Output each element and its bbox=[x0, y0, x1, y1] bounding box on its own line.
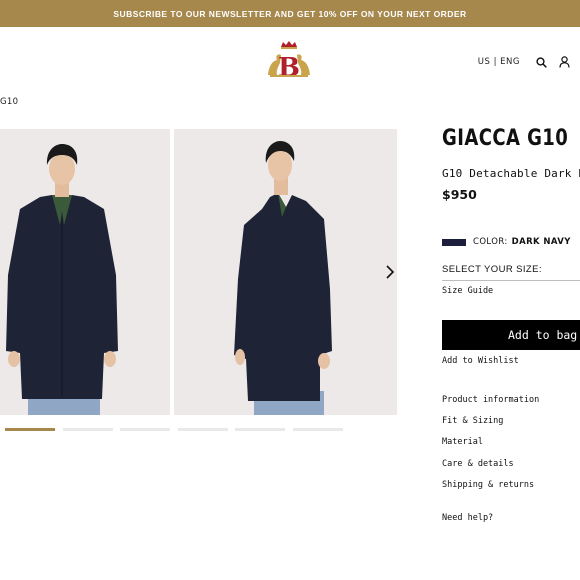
gallery-dot[interactable] bbox=[5, 428, 55, 431]
product-title: GIACCA G10 bbox=[442, 126, 569, 151]
brand-logo[interactable]: B bbox=[266, 41, 312, 83]
chevron-right-icon[interactable] bbox=[383, 263, 397, 281]
product-details-panel: GIACCA G10 G10 Detachable Dark Navy $950… bbox=[442, 0, 580, 580]
add-to-bag-button[interactable]: Add to bag bbox=[442, 320, 580, 350]
color-value: DARK NAVY bbox=[511, 237, 571, 247]
care-details-link[interactable]: Care & details bbox=[442, 459, 514, 469]
shipping-returns-link[interactable]: Shipping & returns bbox=[442, 480, 534, 490]
gallery-dot[interactable] bbox=[62, 428, 113, 431]
color-swatch[interactable] bbox=[442, 238, 466, 246]
product-information-link[interactable]: Product information bbox=[442, 395, 539, 405]
color-label: COLOR: bbox=[473, 237, 508, 247]
material-link[interactable]: Material bbox=[442, 437, 483, 447]
gallery-pagination bbox=[5, 428, 351, 431]
need-help-link[interactable]: Need help? bbox=[442, 513, 493, 523]
size-guide-link[interactable]: Size Guide bbox=[442, 286, 493, 296]
product-subtitle: G10 Detachable Dark Navy bbox=[442, 167, 580, 180]
promo-text: SUBSCRIBE TO OUR NEWSLETTER AND GET 10% … bbox=[113, 8, 467, 19]
add-to-wishlist-link[interactable]: Add to Wishlist bbox=[442, 356, 519, 366]
breadcrumb-current: G10 bbox=[0, 97, 19, 107]
product-image-front[interactable] bbox=[0, 129, 170, 415]
size-divider bbox=[442, 280, 580, 281]
gallery-dot[interactable] bbox=[292, 428, 343, 431]
gallery-dot[interactable] bbox=[120, 428, 171, 431]
breadcrumb[interactable]: G10 bbox=[0, 97, 18, 107]
product-price: $950 bbox=[442, 187, 477, 202]
fit-sizing-link[interactable]: Fit & Sizing bbox=[442, 416, 503, 426]
gallery-dot[interactable] bbox=[235, 428, 286, 431]
size-select-label[interactable]: SELECT YOUR SIZE: bbox=[442, 264, 542, 275]
product-image-side[interactable] bbox=[174, 129, 397, 415]
color-selector[interactable]: COLOR: DARK NAVY bbox=[442, 237, 571, 247]
gallery-dot[interactable] bbox=[177, 428, 228, 431]
add-to-bag-label: Add to bag bbox=[508, 328, 578, 342]
